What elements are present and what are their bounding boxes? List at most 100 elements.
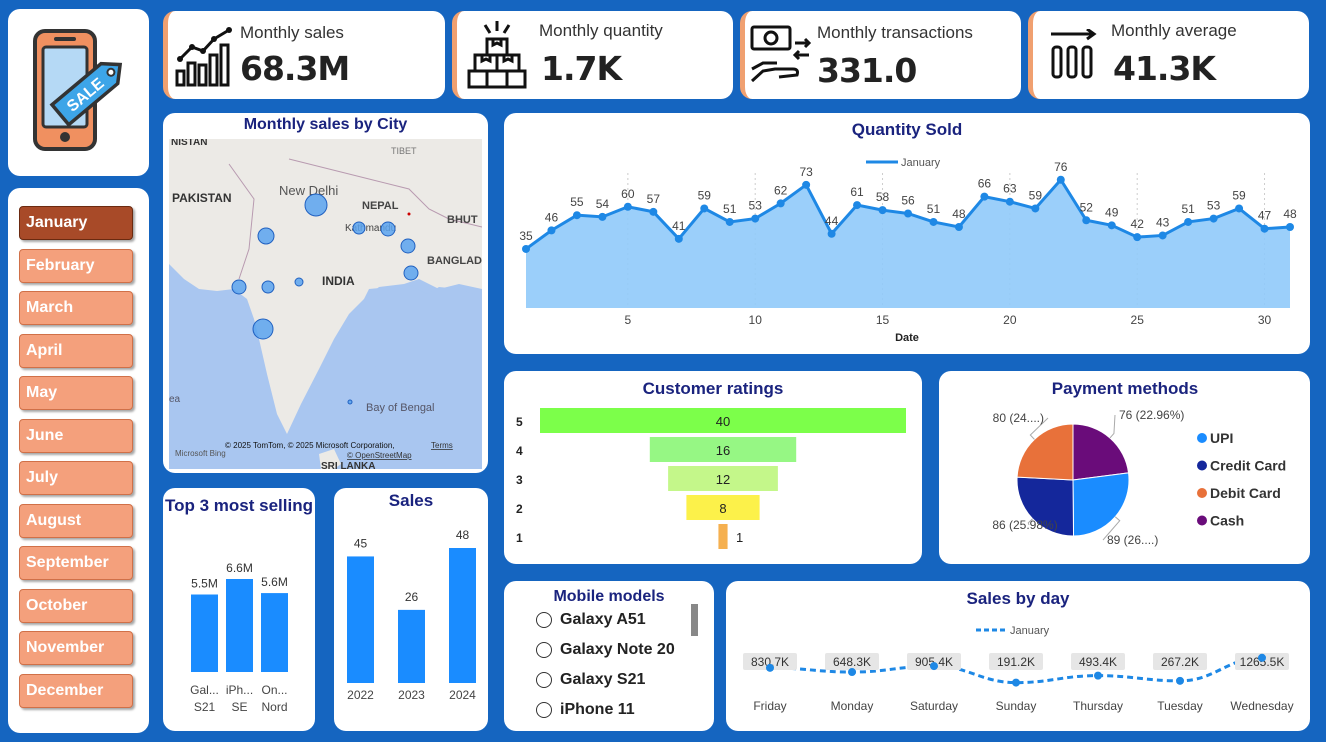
radio-button[interactable] — [536, 612, 552, 628]
data-point — [623, 202, 632, 211]
map-osm-link[interactable]: © OpenStreetMap — [347, 451, 412, 460]
month-button-may[interactable]: May — [19, 376, 133, 410]
x-tick-label: 2022 — [347, 688, 374, 702]
month-slicer: January February March April May June July Augu… — [8, 188, 149, 733]
pie-slice — [1072, 472, 1130, 537]
month-button-june[interactable]: June — [19, 418, 133, 453]
kpi-monthly-sales: Monthly sales 68.3M — [163, 11, 445, 99]
slicer-scrollbar[interactable] — [691, 604, 698, 636]
data-point — [1176, 676, 1184, 685]
map-label-pakistan: PAKISTAN — [172, 191, 232, 205]
customer-ratings-chart: Customer ratings5 404 163 122 81 1 — [516, 379, 906, 549]
data-label: 55 — [570, 195, 584, 209]
data-point — [827, 229, 836, 238]
data-label: 648.3K — [833, 655, 871, 669]
radio-button[interactable] — [536, 672, 552, 688]
mobile-models-title: Mobile models — [553, 588, 665, 605]
map-label-new-delhi: New Delhi — [279, 183, 338, 198]
month-button-december[interactable]: December — [19, 673, 133, 708]
x-tick-label: 30 — [1258, 313, 1272, 327]
month-button-october[interactable]: October — [19, 588, 133, 623]
month-button-september[interactable]: September — [19, 546, 133, 580]
x-tick-label: 2023 — [398, 688, 425, 702]
city-bubble[interactable] — [257, 227, 275, 245]
kpi-label: Monthly quantity — [539, 21, 663, 40]
x-tick-label: 2024 — [449, 688, 476, 702]
city-bubble[interactable] — [294, 277, 304, 287]
chart-title: Sales by day — [966, 589, 1070, 608]
model-option[interactable]: Galaxy A51 — [536, 611, 646, 629]
map-label-bay: Bay of Bengal — [366, 402, 435, 414]
bar — [347, 556, 374, 683]
x-tick-label: Monday — [831, 699, 874, 713]
boxes-icon — [467, 21, 527, 89]
city-bubble[interactable] — [252, 318, 274, 340]
slice-label: 80 (24....) — [993, 411, 1044, 425]
month-button-february[interactable]: February — [19, 248, 133, 283]
month-button-august[interactable]: August — [19, 503, 133, 538]
city-bubble[interactable] — [380, 221, 396, 237]
month-button-march[interactable]: March — [19, 291, 133, 325]
top3-card: Top 3 most selling 5.5M Gal... S21 6.6M iPh..… — [163, 488, 315, 731]
month-button-january[interactable]: January — [19, 206, 133, 240]
kpi-value: 1.7K — [541, 49, 622, 88]
data-label: 44 — [825, 214, 839, 228]
city-bubble[interactable] — [352, 221, 366, 235]
data-point — [802, 180, 811, 189]
data-point — [1094, 671, 1102, 680]
data-point — [878, 206, 887, 215]
category-label: 5 — [516, 415, 523, 429]
data-point — [980, 192, 989, 201]
city-bubble[interactable] — [304, 193, 328, 217]
mobile-models-card: Mobile models Galaxy A51 Galaxy Note 20 Ga… — [504, 581, 714, 731]
data-label: 63 — [1003, 182, 1017, 196]
month-button-july[interactable]: July — [19, 461, 133, 495]
map-terms-link[interactable]: Terms — [431, 441, 453, 450]
city-map[interactable]: NISTAN TIBET PAKISTAN New Delhi NEPAL Ka… — [169, 139, 482, 469]
chart-title: Payment methods — [1052, 379, 1198, 398]
data-point — [1005, 197, 1014, 206]
data-label: 267.2K — [1161, 655, 1199, 669]
data-point — [776, 199, 785, 208]
model-option[interactable]: Galaxy S21 — [536, 671, 645, 689]
legend-label: January — [901, 157, 941, 169]
radio-button[interactable] — [536, 642, 552, 658]
kpi-value: 41.3K — [1113, 49, 1216, 88]
city-bubble[interactable] — [400, 238, 416, 254]
bar-value-label: 45 — [354, 536, 368, 550]
map-label-india: INDIA — [322, 274, 355, 288]
data-label: 66 — [978, 177, 992, 191]
leader-line — [1109, 414, 1116, 439]
bar — [398, 609, 425, 683]
sales-year-chart: Sales 45 2022 26 2023 48 2024 — [347, 491, 476, 702]
data-label: 57 — [647, 192, 661, 206]
model-label: Galaxy A51 — [560, 611, 646, 628]
data-label: 73 — [799, 165, 813, 179]
kpi-label: Monthly average — [1111, 21, 1237, 40]
chart-title: Top 3 most selling — [165, 496, 313, 515]
month-button-november[interactable]: November — [19, 631, 133, 665]
quantity-sold-card: Quantity Sold January 5 10 15 20 25 30 35 46 55 54 6… — [504, 113, 1310, 354]
slice-label: 86 (25.98%) — [992, 518, 1057, 532]
bar — [449, 548, 476, 683]
data-point — [1258, 653, 1266, 662]
city-bubble[interactable] — [347, 399, 353, 405]
month-button-april[interactable]: April — [19, 333, 133, 368]
model-option[interactable]: iPhone 11 — [536, 701, 635, 719]
data-label: 52 — [1080, 200, 1094, 214]
city-bubble[interactable] — [261, 280, 275, 294]
data-point — [1082, 216, 1091, 225]
radio-button[interactable] — [536, 702, 552, 718]
city-bubble[interactable] — [231, 279, 247, 295]
map-label-nistan: NISTAN — [171, 139, 207, 148]
legend-label: UPI — [1210, 430, 1233, 446]
data-point — [1107, 221, 1116, 230]
data-point — [547, 226, 556, 235]
city-bubble[interactable] — [403, 265, 419, 281]
model-option[interactable]: Galaxy Note 20 — [536, 641, 675, 659]
kpi-value: 68.3M — [240, 49, 350, 88]
kpi-monthly-average: Monthly average 41.3K — [1028, 11, 1309, 99]
x-tick-label: 15 — [876, 313, 890, 327]
pie-slice — [1016, 423, 1074, 481]
data-label: 51 — [723, 202, 737, 216]
